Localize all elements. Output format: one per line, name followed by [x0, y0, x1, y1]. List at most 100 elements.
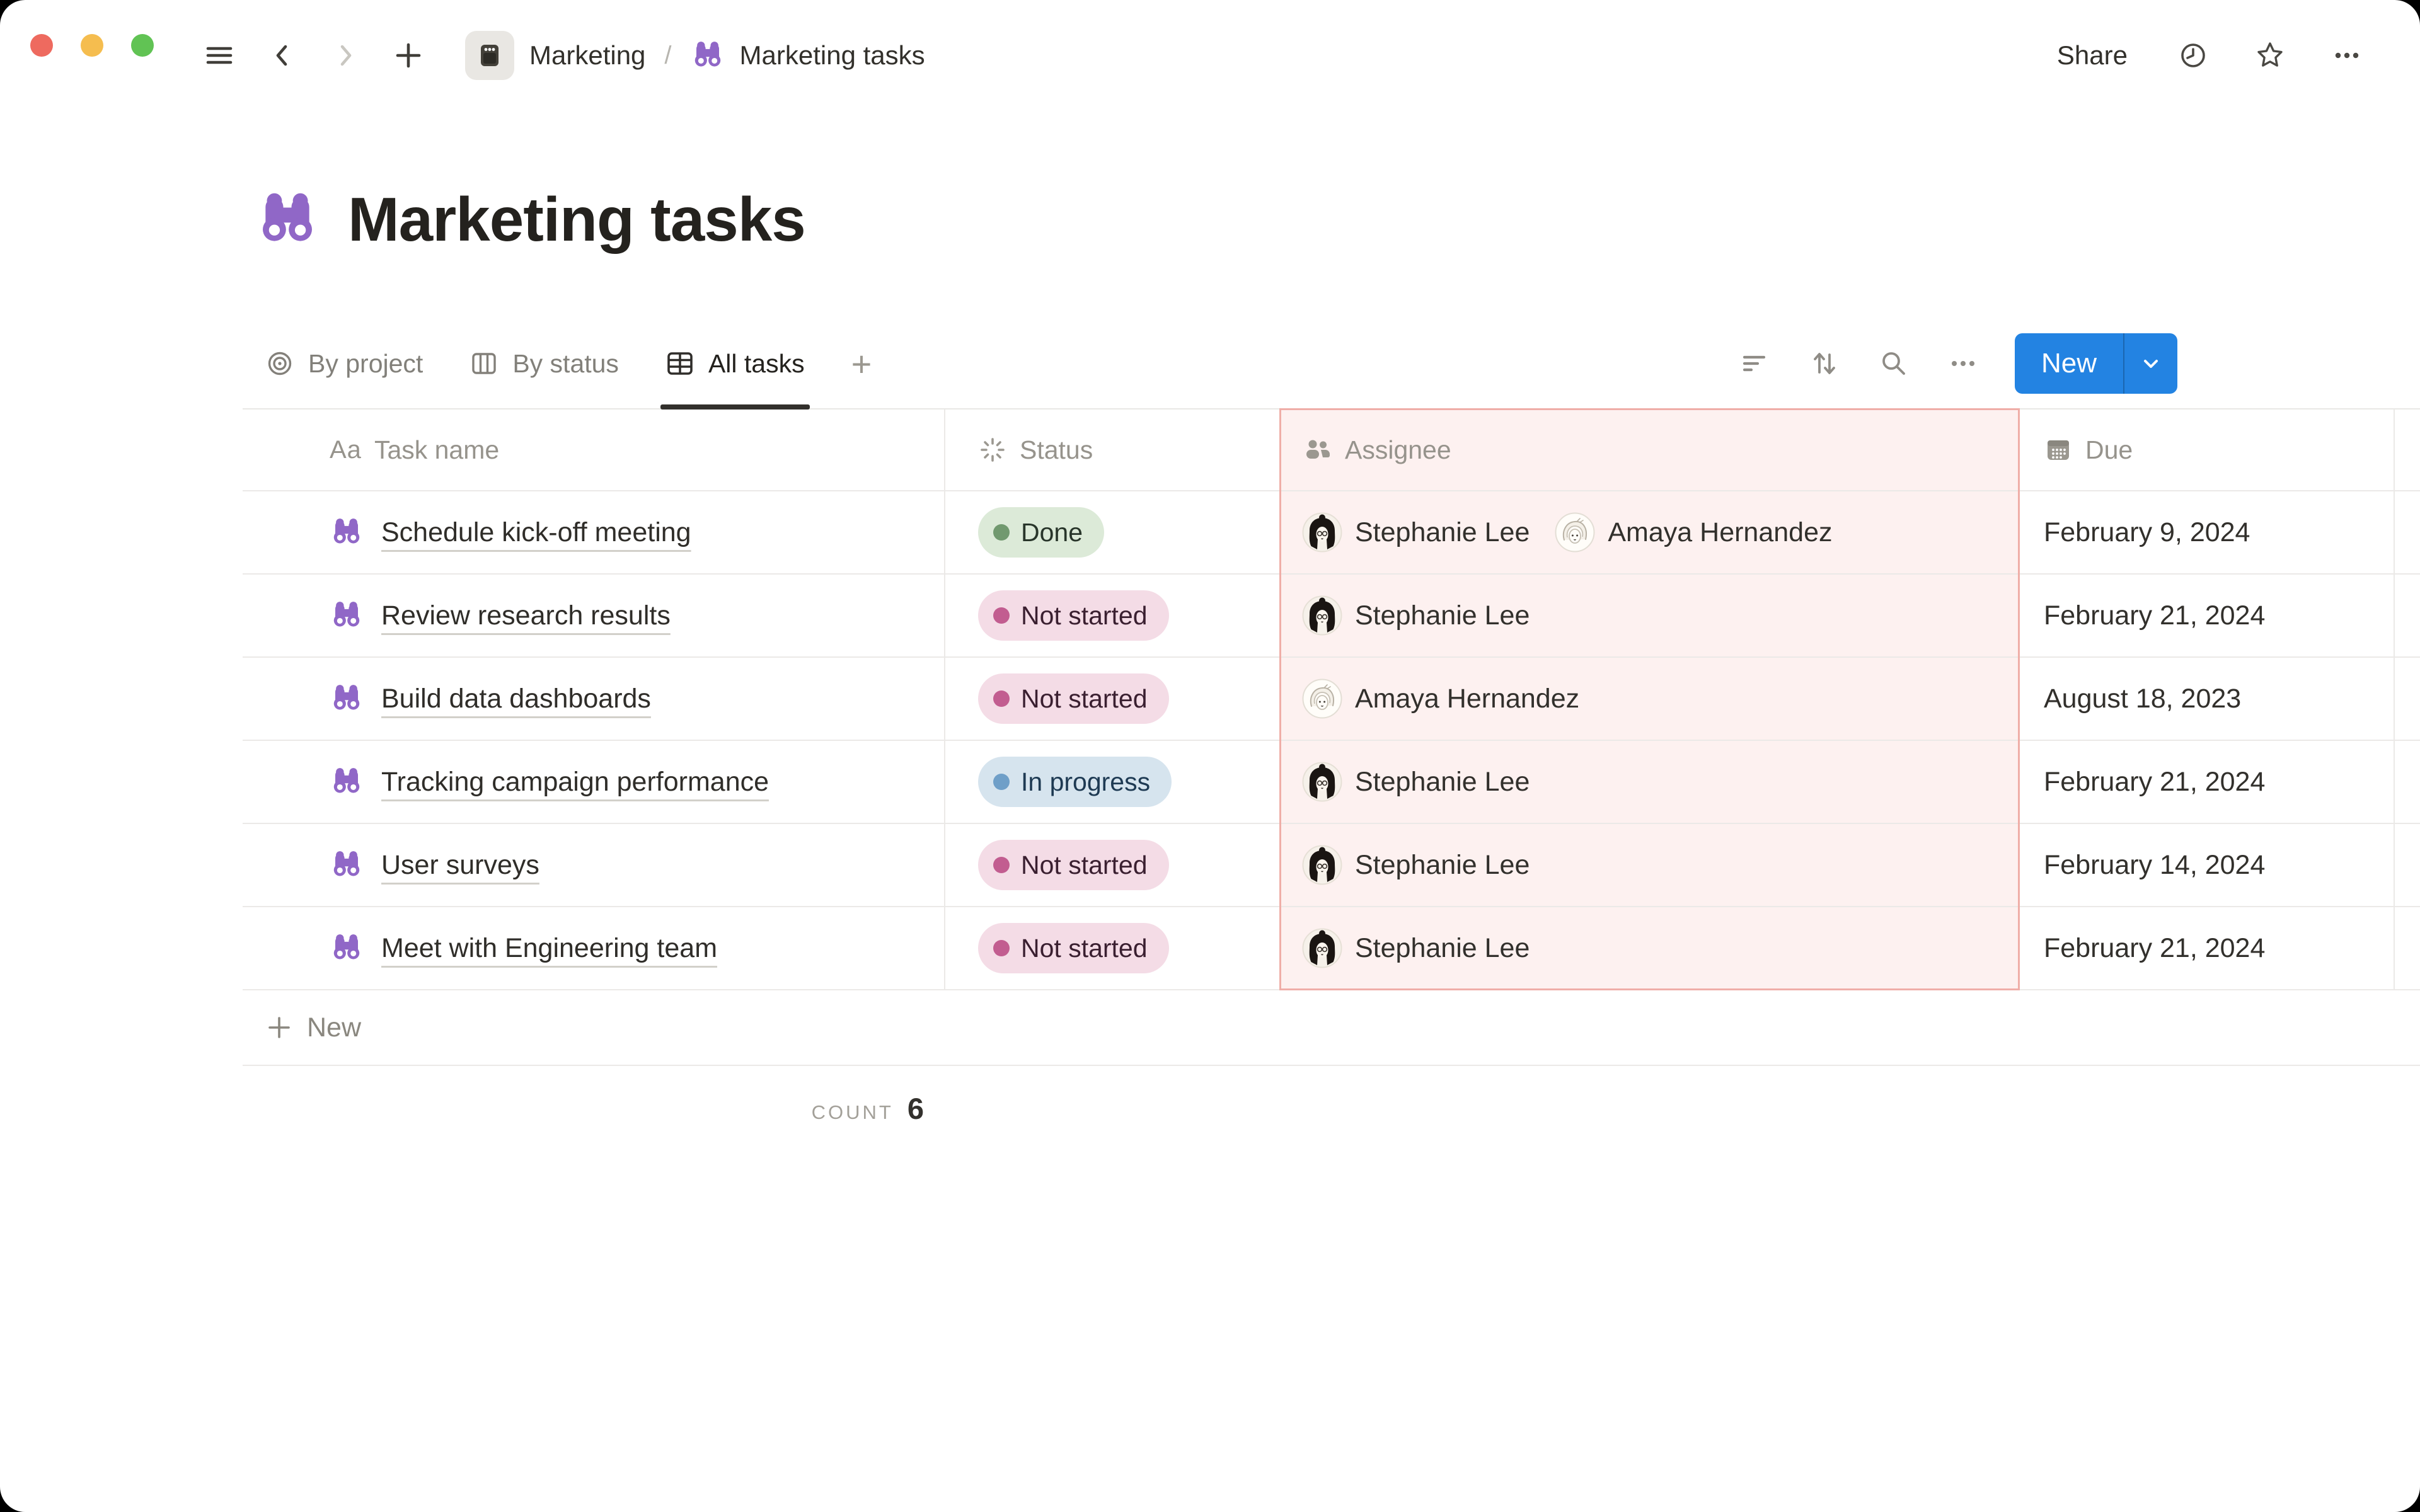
due-date: February 9, 2024 [2044, 517, 2250, 548]
add-view-button[interactable]: + [851, 343, 872, 384]
task-name-cell[interactable]: Review research results [243, 575, 945, 656]
views-toolbar-row: By project By status All tasks + [243, 319, 2420, 410]
assignee-cell[interactable]: Stephanie Lee Amaya Hernandez [1279, 491, 2020, 573]
tab-all-tasks[interactable]: All tasks [666, 319, 805, 408]
row-filler [2395, 658, 2420, 740]
column-header-assignee[interactable]: Assignee [1279, 410, 2020, 490]
breadcrumb-label-current[interactable]: Marketing tasks [740, 40, 925, 71]
new-split-button: New [2015, 333, 2177, 394]
assignee-cell[interactable]: Stephanie Lee [1279, 907, 2020, 989]
count-label: COUNT [812, 1101, 894, 1124]
count-value: 6 [908, 1091, 924, 1126]
assignee-cell[interactable]: Stephanie Lee [1279, 824, 2020, 906]
new-dropdown-button[interactable] [2124, 351, 2177, 376]
ellipsis-icon [1948, 348, 1978, 379]
status-cell[interactable]: Not started [945, 907, 1279, 989]
sort-button[interactable] [1807, 346, 1842, 381]
due-date-cell[interactable]: February 21, 2024 [2020, 575, 2395, 656]
new-page-button[interactable] [391, 38, 426, 73]
task-name-cell[interactable]: Schedule kick-off meeting [243, 491, 945, 573]
sidebar-menu-button[interactable] [202, 38, 237, 73]
table-header-row: Aa Task name Status Assignee Due [243, 410, 2420, 491]
assignee-name: Stephanie Lee [1355, 767, 1530, 798]
breadcrumb-item-marketing[interactable] [465, 31, 514, 80]
tab-by-status[interactable]: By status [470, 319, 619, 408]
assignee-chip: Stephanie Lee [1302, 595, 1530, 636]
search-icon [1879, 348, 1909, 379]
status-badge: Done [978, 507, 1104, 558]
status-label: Not started [1021, 684, 1148, 714]
favorite-button[interactable] [2252, 38, 2288, 73]
text-icon: Aa [330, 436, 362, 464]
due-date-cell[interactable]: August 18, 2023 [2020, 658, 2395, 740]
status-dot-icon [993, 524, 1010, 541]
table-row: Build data dashboards Not started Amaya … [243, 658, 2420, 741]
binoculars-icon [330, 682, 364, 716]
share-button[interactable]: Share [2051, 37, 2134, 74]
status-dot-icon [993, 774, 1010, 790]
assignee-name: Stephanie Lee [1355, 517, 1530, 548]
breadcrumb-label[interactable]: Marketing [529, 40, 645, 71]
star-icon [2254, 39, 2286, 72]
new-row-label: New [307, 1012, 361, 1043]
breadcrumb: Marketing / Marketing tasks [465, 31, 925, 80]
back-button[interactable] [265, 38, 300, 73]
table-rows: Schedule kick-off meeting Done Stephanie… [243, 491, 2420, 990]
status-cell[interactable]: Not started [945, 824, 1279, 906]
minimize-window-button[interactable] [81, 34, 103, 57]
status-cell[interactable]: Not started [945, 658, 1279, 740]
avatar-stephanie [1302, 762, 1342, 802]
nav-buttons [202, 38, 426, 73]
assignee-cell[interactable]: Stephanie Lee [1279, 575, 2020, 656]
binoculars-icon [330, 515, 364, 549]
status-cell[interactable]: Done [945, 491, 1279, 573]
status-cell[interactable]: Not started [945, 575, 1279, 656]
status-label: Not started [1021, 601, 1148, 631]
updates-button[interactable] [2175, 38, 2211, 73]
task-name-cell[interactable]: User surveys [243, 824, 945, 906]
column-header-due[interactable]: Due [2020, 410, 2395, 490]
ellipsis-icon [2331, 40, 2363, 71]
column-header-status[interactable]: Status [945, 410, 1279, 490]
count-row[interactable]: COUNT 6 [243, 1091, 945, 1126]
assignee-cell[interactable]: Stephanie Lee [1279, 741, 2020, 823]
task-name-cell[interactable]: Meet with Engineering team [243, 907, 945, 989]
table-row: Review research results Not started Step… [243, 575, 2420, 658]
filter-button[interactable] [1737, 346, 1773, 381]
assignee-name: Amaya Hernandez [1355, 684, 1579, 714]
binoculars-icon [330, 931, 364, 965]
search-button[interactable] [1876, 346, 1911, 381]
board-icon [470, 349, 498, 378]
assignee-cell[interactable]: Amaya Hernandez [1279, 658, 2020, 740]
new-button[interactable]: New [2015, 348, 2123, 379]
task-name: Review research results [381, 600, 671, 631]
page-icon-binoculars[interactable] [255, 187, 320, 253]
tab-by-project[interactable]: By project [265, 319, 423, 408]
zoom-window-button[interactable] [131, 34, 154, 57]
column-label: Task name [374, 435, 499, 465]
close-window-button[interactable] [30, 34, 53, 57]
status-cell[interactable]: In progress [945, 741, 1279, 823]
new-row-button[interactable]: New [243, 990, 2420, 1066]
due-date-cell[interactable]: February 21, 2024 [2020, 741, 2395, 823]
row-filler [2395, 907, 2420, 989]
more-options-button[interactable] [2329, 38, 2365, 73]
due-date: February 21, 2024 [2044, 933, 2265, 964]
chevron-right-icon [331, 42, 359, 69]
traffic-lights [30, 34, 154, 57]
hamburger-icon [205, 41, 234, 70]
task-name-cell[interactable]: Build data dashboards [243, 658, 945, 740]
task-name: User surveys [381, 850, 539, 881]
assignee-chip: Amaya Hernandez [1302, 679, 1579, 719]
column-header-task-name[interactable]: Aa Task name [243, 410, 945, 490]
table-row: Tracking campaign performance In progres… [243, 741, 2420, 824]
status-dot-icon [993, 690, 1010, 707]
due-date-cell[interactable]: February 9, 2024 [2020, 491, 2395, 573]
view-options-button[interactable] [1945, 346, 1981, 381]
forward-button[interactable] [328, 38, 363, 73]
due-date-cell[interactable]: February 21, 2024 [2020, 907, 2395, 989]
table-row: Meet with Engineering team Not started S… [243, 907, 2420, 990]
header-filler [2395, 410, 2420, 490]
task-name-cell[interactable]: Tracking campaign performance [243, 741, 945, 823]
due-date-cell[interactable]: February 14, 2024 [2020, 824, 2395, 906]
